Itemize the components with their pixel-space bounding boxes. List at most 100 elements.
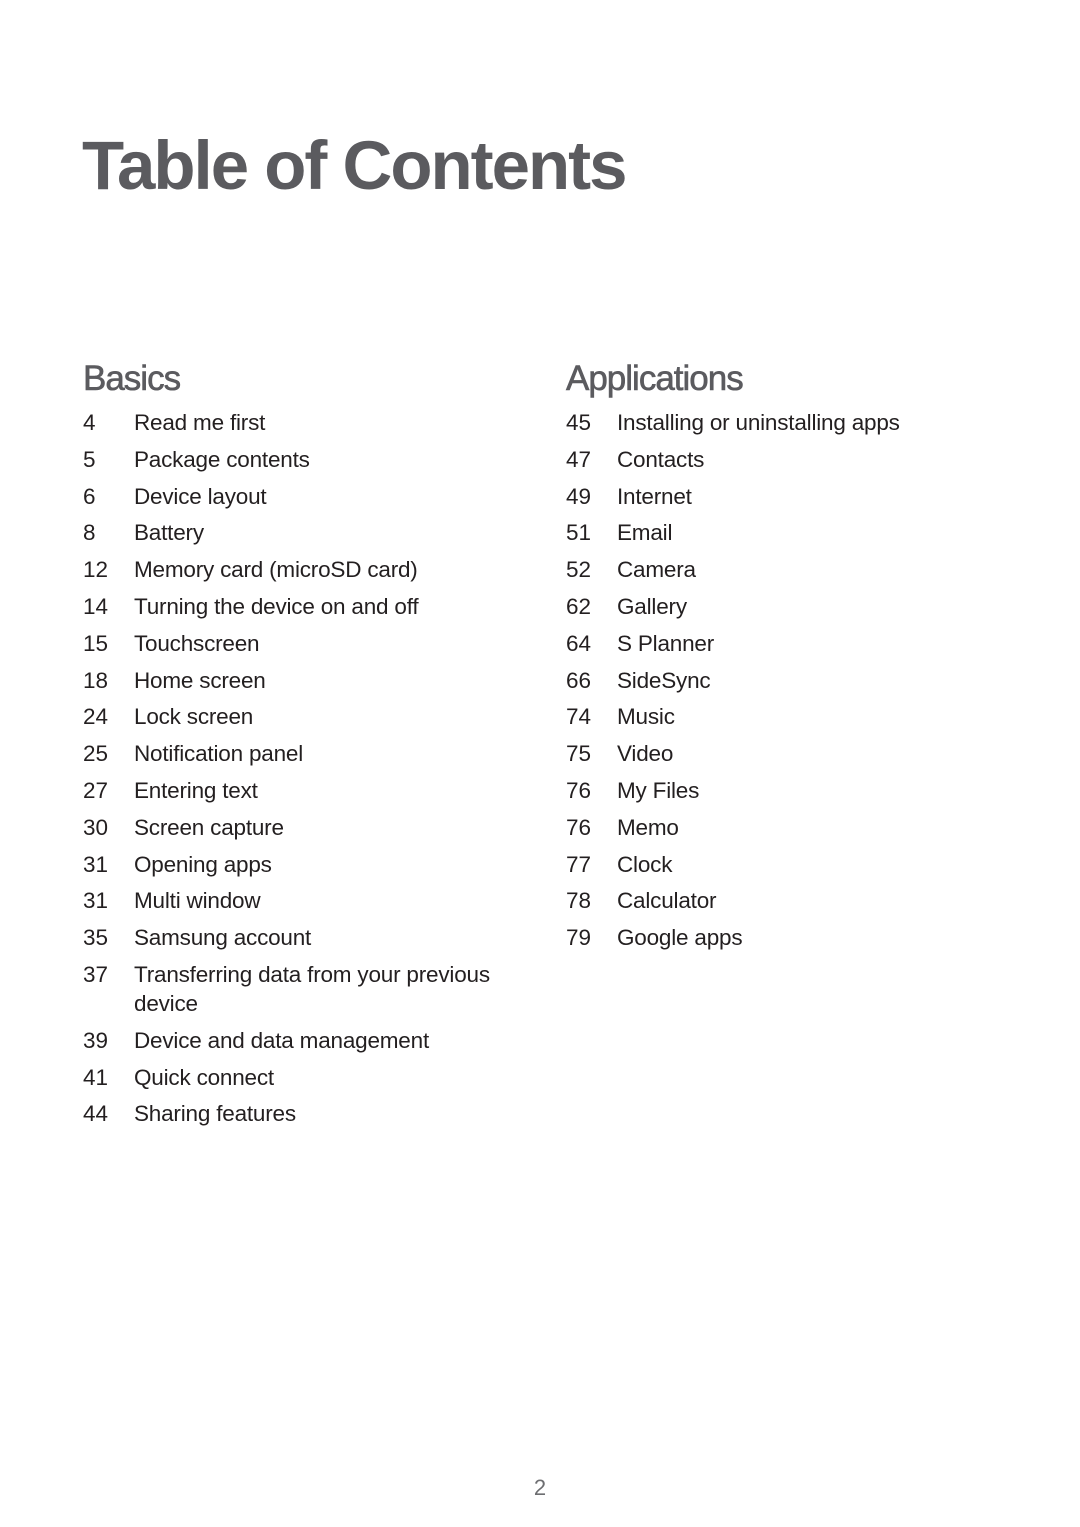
- toc-entry[interactable]: 47 Contacts: [566, 445, 1006, 474]
- toc-entry-label: Quick connect: [134, 1064, 274, 1090]
- toc-entry[interactable]: 30 Screen capture: [83, 813, 523, 842]
- toc-page-number: 49: [566, 483, 592, 509]
- toc-entry-label: SideSync: [617, 667, 711, 693]
- toc-entry-label: Notification panel: [134, 741, 304, 767]
- toc-entry[interactable]: 37 Transferring data from your previous d…: [83, 960, 523, 1018]
- toc-page-number: 31: [83, 851, 109, 877]
- toc-page-number: 79: [566, 925, 592, 951]
- toc-entry[interactable]: 35 Samsung account: [83, 923, 523, 952]
- toc-page-number: 8: [83, 520, 96, 546]
- toc-entry[interactable]: 25 Notification panel: [83, 739, 523, 768]
- toc-entry[interactable]: 51 Email: [566, 518, 1006, 547]
- toc-entry-label: Clock: [617, 851, 673, 877]
- toc-entry-label: Device and data management: [134, 1027, 429, 1053]
- toc-entry-label: Entering text: [134, 777, 258, 803]
- toc-entry[interactable]: 18 Home screen: [83, 666, 523, 695]
- toc-page-number: 51: [566, 520, 592, 546]
- toc-entry[interactable]: 15 Touchscreen: [83, 629, 523, 658]
- toc-entry[interactable]: 79 Google apps: [566, 923, 1006, 952]
- toc-entry[interactable]: 62 Gallery: [566, 592, 1006, 621]
- toc-entry[interactable]: 45 Installing or uninstalling apps: [566, 408, 1006, 437]
- toc-entry-label: Multi window: [134, 888, 261, 914]
- toc-page-number: 12: [83, 557, 109, 583]
- toc-entry[interactable]: 31 Opening apps: [83, 850, 523, 879]
- toc-entry-label: Touchscreen: [134, 630, 260, 656]
- toc-entry[interactable]: 66 SideSync: [566, 666, 1006, 695]
- toc-page-number: 66: [566, 667, 592, 693]
- page-number: 2: [533, 1475, 547, 1500]
- toc-entry[interactable]: 76 Memo: [566, 813, 1006, 842]
- toc-entry[interactable]: 6 Device layout: [83, 482, 523, 511]
- toc-page-number: 75: [566, 741, 592, 767]
- toc-entry[interactable]: 27 Entering text: [83, 776, 523, 805]
- toc-entry[interactable]: 78 Calculator: [566, 886, 1006, 915]
- toc-entry[interactable]: 75 Video: [566, 739, 1006, 768]
- toc-entry[interactable]: 52 Camera: [566, 555, 1006, 584]
- toc-page-number: 76: [566, 777, 592, 803]
- toc-entry-label: Calculator: [617, 888, 717, 914]
- toc-entry-label: Video: [617, 741, 674, 767]
- toc-entry[interactable]: 8 Battery: [83, 518, 523, 547]
- toc-entry[interactable]: 41 Quick connect: [83, 1063, 523, 1092]
- toc-entry[interactable]: 49 Internet: [566, 482, 1006, 511]
- toc-page-number: 4: [83, 410, 96, 435]
- toc-list-basics: 4 Read me first 5 Package contents 6 Device l…: [83, 408, 523, 1128]
- page-title: Table of Contents: [82, 127, 628, 204]
- section-heading-basics: Basics: [83, 359, 182, 399]
- toc-entry[interactable]: 74 Music: [566, 702, 1006, 731]
- toc-list-applications: 45 Installing or uninstalling apps 47 Conta…: [566, 408, 1006, 952]
- toc-entry-label: S Planner: [617, 630, 715, 656]
- toc-page-number: 45: [566, 410, 592, 435]
- toc-page-number: 27: [83, 777, 109, 803]
- toc-page-number: 14: [83, 593, 109, 619]
- toc-page-number: 31: [83, 888, 109, 914]
- toc-entry-label: Transferring data from your previous dev…: [134, 961, 490, 1016]
- toc-entry-label: Opening apps: [134, 851, 272, 877]
- toc-page-number: 78: [566, 888, 592, 914]
- toc-entry-label: Read me first: [134, 410, 266, 435]
- toc-entry[interactable]: 39 Device and data management: [83, 1026, 523, 1055]
- toc-page-number: 5: [83, 446, 96, 472]
- toc-entry-label: Memory card (microSD card): [134, 557, 418, 583]
- toc-page-number: 52: [566, 557, 592, 583]
- toc-entry[interactable]: 12 Memory card (microSD card): [83, 555, 523, 584]
- toc-page-number: 76: [566, 814, 592, 840]
- toc-entry-label: Screen capture: [134, 814, 284, 840]
- toc-entry[interactable]: 4 Read me first: [83, 408, 523, 437]
- toc-page-number: 37: [83, 961, 109, 987]
- toc-entry-label: Turning the device on and off: [134, 593, 419, 619]
- section-applications: Applications 45 Installing or uninstallin…: [566, 356, 1006, 960]
- toc-entry-label: Google apps: [617, 925, 743, 951]
- toc-page-number: 47: [566, 446, 592, 472]
- toc-entry[interactable]: 5 Package contents: [83, 445, 523, 474]
- toc-entry-label: Camera: [617, 557, 696, 583]
- toc-entry[interactable]: 44 Sharing features: [83, 1099, 523, 1128]
- toc-entry-label: Device layout: [134, 483, 267, 509]
- toc-page-number: 18: [83, 667, 109, 693]
- toc-entry-label: Package contents: [134, 446, 310, 472]
- toc-page-number: 25: [83, 741, 109, 767]
- toc-page-number: 44: [83, 1101, 109, 1127]
- toc-entry-label: Music: [617, 704, 675, 730]
- toc-entry[interactable]: 14 Turning the device on and off: [83, 592, 523, 621]
- toc-page-number: 74: [566, 704, 592, 730]
- section-heading-applications: Applications: [566, 359, 744, 399]
- toc-entry-label: Home screen: [134, 667, 266, 693]
- section-basics: Basics 4 Read me first 5 Package contents 6 D…: [83, 356, 523, 1136]
- toc-page-number: 30: [83, 814, 109, 840]
- toc-page-number: 64: [566, 630, 592, 656]
- toc-entry[interactable]: 24 Lock screen: [83, 702, 523, 731]
- toc-entry-label: Email: [617, 520, 673, 546]
- toc-entry-label: Samsung account: [134, 925, 312, 951]
- toc-entry-label: Battery: [134, 520, 204, 546]
- toc-entry[interactable]: 76 My Files: [566, 776, 1006, 805]
- toc-entry-label: Gallery: [617, 593, 687, 619]
- toc-entry-label: Sharing features: [134, 1101, 296, 1127]
- toc-page-number: 15: [83, 630, 109, 656]
- toc-entry-label: Internet: [617, 483, 692, 509]
- toc-entry[interactable]: 31 Multi window: [83, 886, 523, 915]
- toc-page-number: 77: [566, 851, 592, 877]
- toc-entry[interactable]: 64 S Planner: [566, 629, 1006, 658]
- toc-entry[interactable]: 77 Clock: [566, 850, 1006, 879]
- toc-entry-label: Installing or uninstalling apps: [617, 410, 900, 435]
